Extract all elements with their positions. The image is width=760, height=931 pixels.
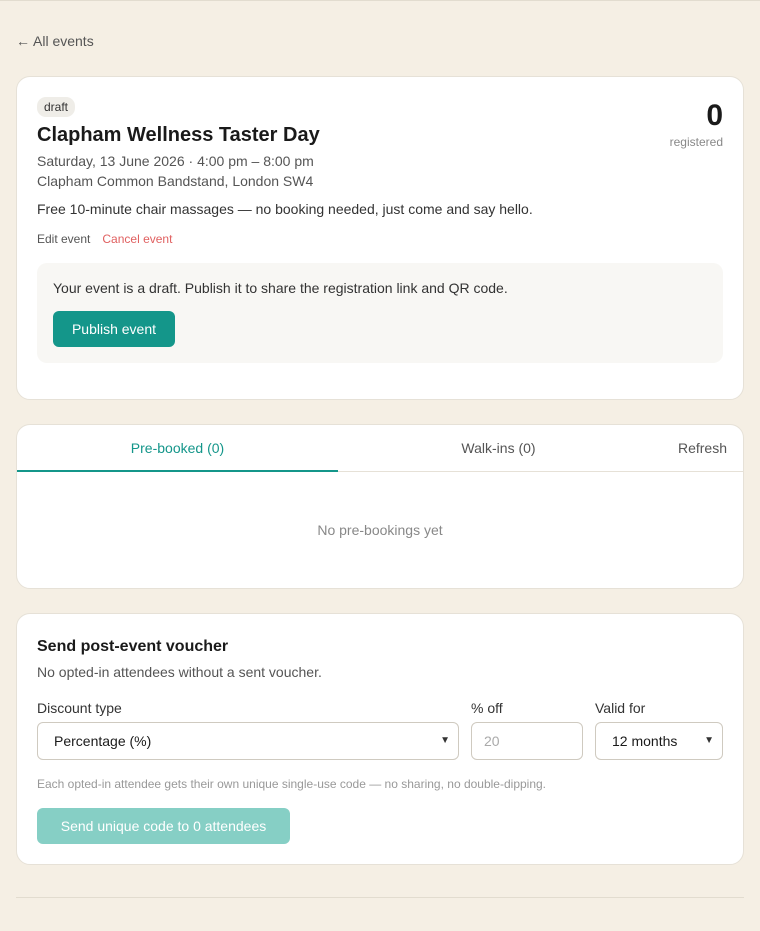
voucher-card: Send post-event voucher No opted-in atte… bbox=[16, 613, 744, 865]
registered-label: registered bbox=[669, 135, 723, 149]
event-summary-card: draft Clapham Wellness Taster Day Saturd… bbox=[16, 76, 744, 400]
voucher-title: Send post-event voucher bbox=[37, 638, 229, 655]
refresh-button[interactable]: Refresh bbox=[659, 425, 743, 472]
back-to-all-events-link[interactable]: ← All events bbox=[16, 33, 94, 49]
registered-counter: 0 registered bbox=[670, 97, 723, 149]
publish-event-button[interactable]: Publish event bbox=[53, 311, 175, 347]
event-actions: Edit event Cancel event bbox=[37, 232, 172, 246]
draft-notice: Your event is a draft. Publish it to sha… bbox=[37, 263, 723, 363]
percent-off-label: % off bbox=[471, 700, 503, 716]
tab-walk-ins[interactable]: Walk-ins (0) bbox=[338, 425, 659, 472]
status-badge: draft bbox=[37, 97, 76, 117]
top-divider bbox=[0, 0, 760, 1]
tab-pre-booked[interactable]: Pre-booked (0) bbox=[17, 425, 338, 472]
voucher-note: Each opted-in attendee gets their own un… bbox=[37, 777, 547, 791]
registered-count: 0 bbox=[706, 99, 723, 132]
valid-for-label: Valid for bbox=[595, 700, 646, 716]
empty-state-message: No pre-bookings yet bbox=[317, 522, 443, 538]
percent-off-input[interactable] bbox=[471, 722, 583, 760]
chevron-down-icon: ▼ bbox=[440, 735, 450, 746]
back-link-label: All events bbox=[33, 33, 94, 49]
bottom-divider bbox=[16, 897, 744, 898]
event-location: Clapham Common Bandstand, London SW4 bbox=[37, 173, 314, 189]
discount-type-value: Percentage (%) bbox=[54, 733, 152, 749]
valid-for-select[interactable]: 12 months ▼ bbox=[595, 722, 723, 760]
attendees-card: Pre-booked (0) Walk-ins (0) Refresh No p… bbox=[16, 424, 744, 589]
event-description: Free 10-minute chair massages — no booki… bbox=[37, 201, 533, 217]
valid-for-value: 12 months bbox=[612, 733, 678, 749]
voucher-subtitle: No opted-in attendees without a sent vou… bbox=[37, 664, 322, 680]
event-title: Clapham Wellness Taster Day bbox=[37, 124, 320, 146]
chevron-down-icon: ▼ bbox=[704, 735, 714, 746]
discount-type-label: Discount type bbox=[37, 700, 122, 716]
attendee-tabs: Pre-booked (0) Walk-ins (0) Refresh bbox=[17, 425, 743, 472]
discount-type-select[interactable]: Percentage (%) ▼ bbox=[37, 722, 459, 760]
send-voucher-button[interactable]: Send unique code to 0 attendees bbox=[37, 808, 290, 844]
draft-message: Your event is a draft. Publish it to sha… bbox=[53, 280, 508, 296]
arrow-left-icon: ← bbox=[16, 33, 30, 49]
cancel-event-link[interactable]: Cancel event bbox=[102, 232, 172, 246]
edit-event-link[interactable]: Edit event bbox=[37, 232, 90, 246]
event-date: Saturday, 13 June 2026 · 4:00 pm – 8:00 … bbox=[37, 153, 314, 169]
